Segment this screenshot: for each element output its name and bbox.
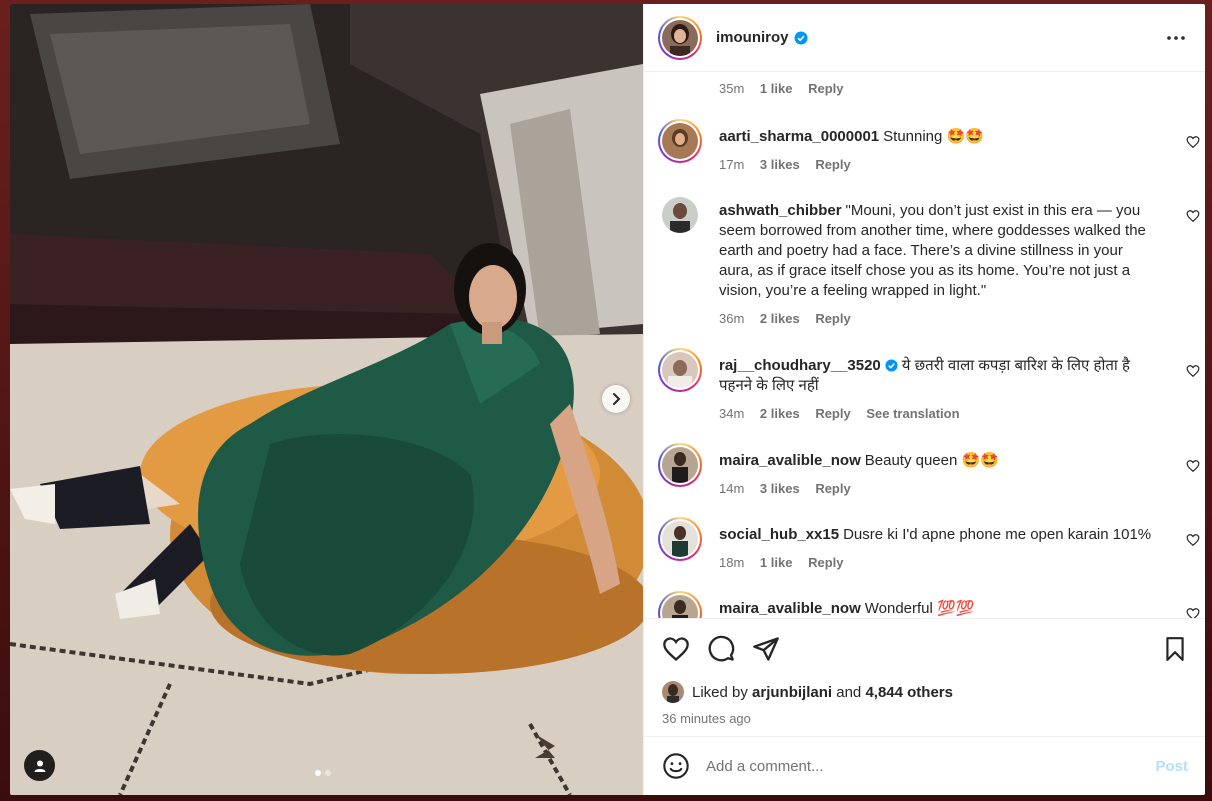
comment-text: Wonderful 💯💯	[864, 600, 975, 617]
comment-text: Beauty queen 🤩🤩	[864, 452, 999, 469]
liked-by-prefix: Liked by	[692, 683, 748, 701]
post-image	[10, 4, 643, 795]
comment-meta: 18m 1 like Reply	[719, 555, 855, 570]
commenter-avatar[interactable]	[658, 443, 702, 487]
comment-icon[interactable]	[707, 635, 735, 663]
avatar-image	[662, 447, 698, 483]
comment-likes[interactable]: 2 likes	[760, 406, 800, 421]
share-icon[interactable]	[752, 635, 780, 663]
heart-icon[interactable]	[1186, 209, 1200, 223]
commenter-avatar[interactable]	[658, 119, 702, 163]
comment-time: 34m	[719, 406, 745, 421]
post-actions: Liked by arjunbijlani and 4,844 others 3…	[644, 618, 1205, 736]
see-translation-button[interactable]: See translation	[866, 406, 959, 421]
liked-by-avatar	[662, 681, 684, 703]
commenter-avatar[interactable]	[658, 517, 702, 561]
comment-meta: 36m 2 likes Reply	[719, 311, 863, 326]
heart-icon[interactable]	[1186, 607, 1200, 618]
heart-icon[interactable]	[1186, 533, 1200, 547]
author-username[interactable]: imouniroy	[716, 29, 789, 46]
comment-text: Stunning 🤩🤩	[883, 128, 984, 145]
carousel-dot-active	[315, 770, 321, 776]
emoji-icon[interactable]	[662, 752, 690, 780]
comment-reply-button[interactable]: Reply	[808, 555, 843, 570]
comment-body: social_hub_xx15 Dusre ki I'd apne phone m…	[719, 525, 1159, 545]
user-tag-button[interactable]	[24, 750, 55, 781]
author-avatar[interactable]	[658, 15, 702, 60]
caption-likes[interactable]: 1 like	[760, 81, 793, 96]
heart-icon[interactable]	[662, 635, 690, 663]
comment-meta: 34m 2 likes Reply See translation	[719, 406, 972, 421]
bookmark-icon[interactable]	[1162, 635, 1188, 663]
comment-composer: Post	[644, 736, 1205, 795]
comment-meta: 14m 3 likes Reply	[719, 481, 863, 496]
comment-body: maira_avalible_now Wonderful 💯💯	[719, 599, 1159, 618]
photo-scene	[10, 4, 643, 795]
comment-body: raj__choudhary__3520 ये छतरी वाला कपड़ा ब…	[719, 356, 1159, 396]
heart-icon[interactable]	[1186, 364, 1200, 378]
comment-input[interactable]	[706, 757, 1126, 775]
others-count[interactable]: 4,844 others	[865, 684, 953, 701]
user-tag-icon	[34, 760, 45, 772]
heart-icon[interactable]	[1186, 135, 1200, 149]
comment-reply-button[interactable]: Reply	[815, 157, 850, 172]
liked-by-and: and	[836, 683, 862, 701]
comment-time: 36m	[719, 311, 745, 326]
comment-username[interactable]: raj__choudhary__3520	[719, 357, 881, 374]
caption-meta: 35m 1 like Reply	[719, 81, 855, 96]
comment-username[interactable]: maira_avalible_now	[719, 452, 861, 469]
avatar-image	[662, 197, 698, 233]
commenter-avatar[interactable]	[662, 197, 698, 233]
comment-body: aarti_sharma_0000001 Stunning 🤩🤩	[719, 127, 1159, 147]
carousel-next-button[interactable]	[602, 385, 630, 413]
comment-likes[interactable]: 2 likes	[760, 311, 800, 326]
avatar-image	[662, 123, 698, 159]
caption-time: 35m	[719, 81, 745, 96]
comment-username[interactable]: social_hub_xx15	[719, 526, 839, 543]
comment-likes[interactable]: 1 like	[760, 555, 793, 570]
comment-body: maira_avalible_now Beauty queen 🤩🤩	[719, 451, 1159, 471]
more-icon[interactable]	[1166, 28, 1186, 48]
avatar-image	[662, 595, 698, 618]
comment-username[interactable]: ashwath_chibber	[719, 202, 842, 219]
comment-reply-button[interactable]: Reply	[815, 406, 850, 421]
avatar-image	[662, 521, 698, 557]
comment-reply-button[interactable]: Reply	[815, 481, 850, 496]
post-timestamp[interactable]: 36 minutes ago	[662, 711, 751, 726]
comments-list[interactable]: 35m 1 like Reply aarti_sharma_0000001 Stu…	[644, 73, 1205, 618]
comment-time: 18m	[719, 555, 745, 570]
carousel-dot	[325, 770, 331, 776]
comment-body: ashwath_chibber "Mouni, you don’t just ex…	[719, 201, 1159, 301]
likes-summary: Liked by arjunbijlani and 4,844 others	[662, 681, 953, 703]
comment-username[interactable]: aarti_sharma_0000001	[719, 128, 879, 145]
heart-icon[interactable]	[1186, 459, 1200, 473]
comment-text: Dusre ki I'd apne phone me open karain 1…	[843, 526, 1152, 543]
comment-meta: 17m 3 likes Reply	[719, 157, 863, 172]
avatar-image	[662, 352, 698, 388]
caption-reply[interactable]: Reply	[808, 81, 843, 96]
comment-reply-button[interactable]: Reply	[815, 311, 850, 326]
comment-username[interactable]: maira_avalible_now	[719, 600, 861, 617]
verified-badge-icon	[794, 31, 808, 44]
liked-by-user[interactable]: arjunbijlani	[752, 684, 832, 701]
post-comment-button[interactable]: Post	[1155, 758, 1188, 775]
carousel-dots	[315, 770, 331, 776]
comment-likes[interactable]: 3 likes	[760, 157, 800, 172]
verified-badge-icon	[885, 359, 898, 372]
comment-time: 14m	[719, 481, 745, 496]
post-modal: imouniroy 35m 1 like Reply aarti_sharma_…	[10, 4, 1205, 795]
commenter-avatar[interactable]	[658, 348, 702, 392]
post-side-panel: imouniroy 35m 1 like Reply aarti_sharma_…	[643, 4, 1205, 795]
comment-time: 17m	[719, 157, 745, 172]
post-header: imouniroy	[644, 4, 1205, 72]
avatar-image	[662, 19, 698, 56]
commenter-avatar[interactable]	[658, 591, 702, 618]
comment-likes[interactable]: 3 likes	[760, 481, 800, 496]
chevron-right-icon	[613, 393, 621, 405]
